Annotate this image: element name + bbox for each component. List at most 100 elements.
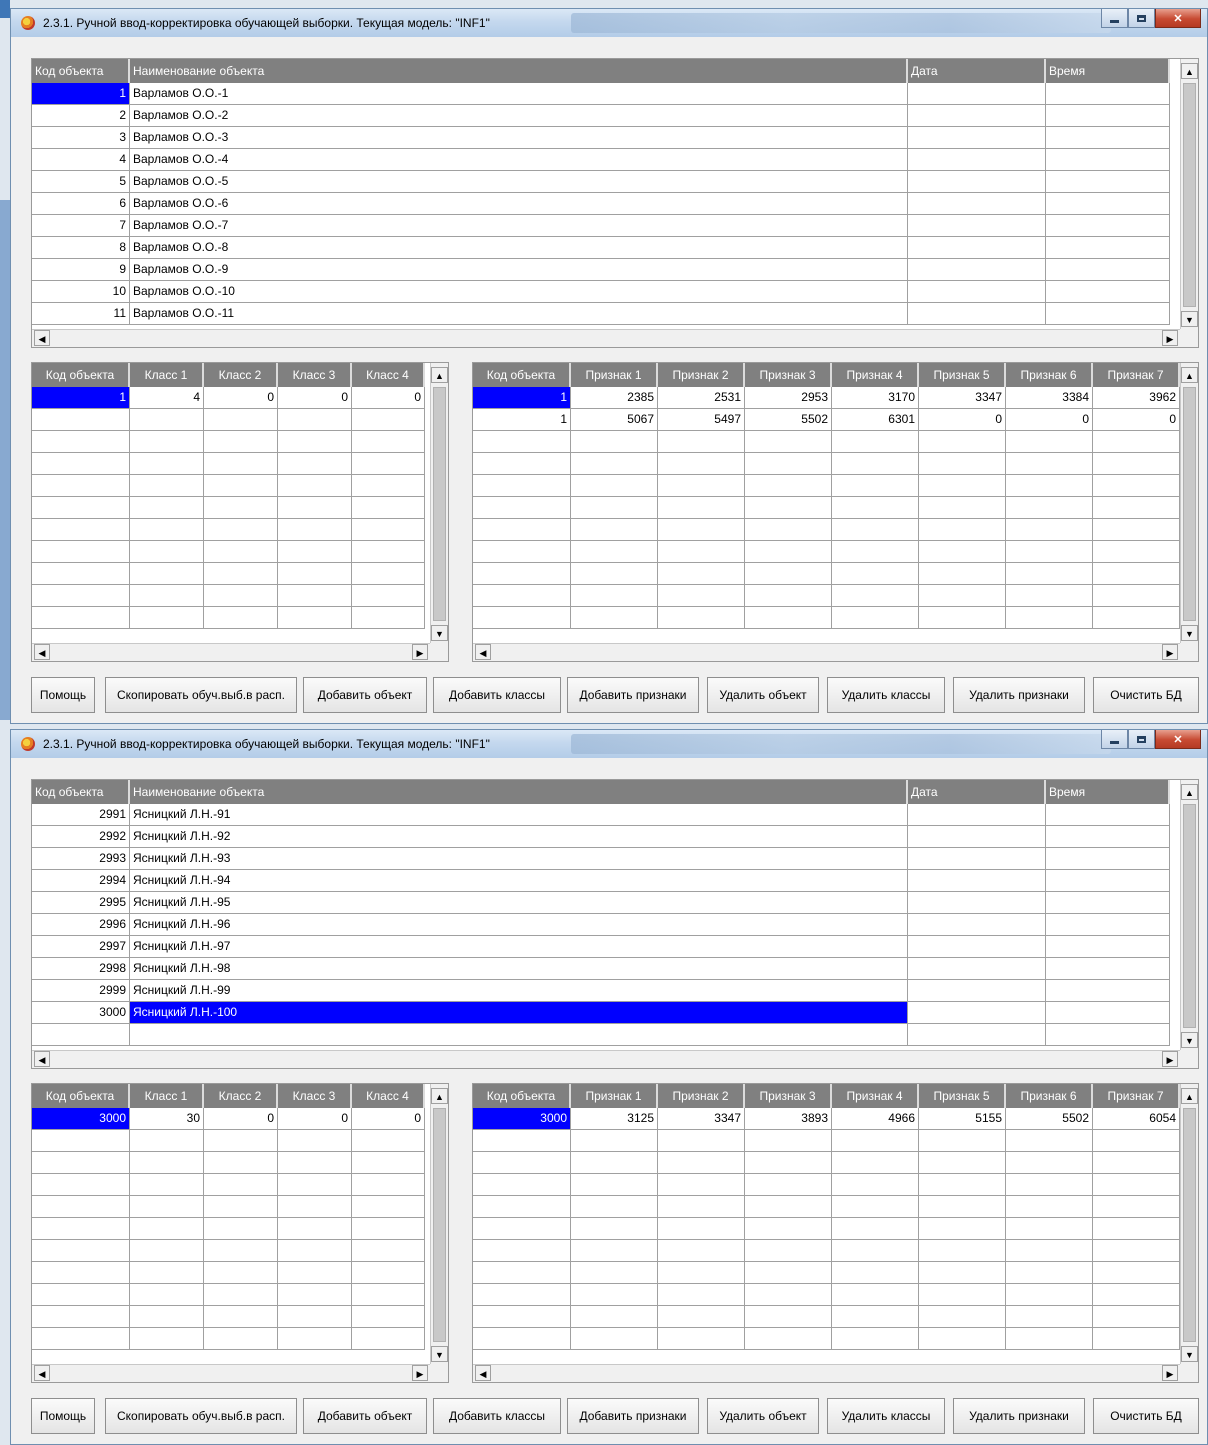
table-cell[interactable] [204,1240,278,1262]
table-cell[interactable] [1006,1262,1093,1284]
scroll-right-icon[interactable]: ▶ [1162,330,1178,346]
table-cell[interactable] [352,409,425,431]
table-cell[interactable] [745,1240,832,1262]
table-cell[interactable]: 3125 [571,1108,658,1130]
table-row[interactable] [32,585,425,607]
table-cell[interactable] [1046,936,1170,958]
table-row[interactable] [32,1306,425,1328]
table-row[interactable] [473,453,1180,475]
column-header-5[interactable]: Признак 4 [832,1084,919,1108]
table-cell[interactable] [1046,237,1170,259]
table-cell[interactable] [919,1196,1006,1218]
table-row[interactable] [32,409,425,431]
table-cell[interactable] [658,1174,745,1196]
table-row[interactable]: 2996 Ясницкий Л.Н.-96 [32,914,1170,936]
table-row[interactable]: 2991 Ясницкий Л.Н.-91 [32,804,1170,826]
table-cell[interactable] [1006,1152,1093,1174]
table-cell[interactable]: 2997 [32,936,130,958]
table-cell[interactable] [204,1218,278,1240]
table-row[interactable] [32,1218,425,1240]
scroll-thumb[interactable] [433,387,446,621]
table-cell[interactable]: Варламов О.О.-7 [130,215,908,237]
features-grid[interactable]: Код объекта Признак 1 Признак 2 Признак 3 Пр… [472,362,1199,662]
scroll-thumb[interactable] [1183,1108,1196,1342]
table-cell[interactable] [658,1152,745,1174]
table-cell[interactable] [204,1196,278,1218]
column-header-4[interactable]: Время [1046,780,1170,804]
table-cell[interactable]: 2994 [32,870,130,892]
table-row[interactable] [473,541,1180,563]
table-cell[interactable] [658,1328,745,1350]
table-cell[interactable]: 2992 [32,826,130,848]
table-cell[interactable] [1006,1130,1093,1152]
table-cell[interactable]: 6301 [832,409,919,431]
table-cell[interactable]: 0 [1006,409,1093,431]
table-cell[interactable] [832,585,919,607]
table-cell[interactable] [204,1262,278,1284]
scroll-left-icon[interactable]: ◀ [34,1051,50,1067]
table-cell[interactable]: Ясницкий Л.Н.-93 [130,848,908,870]
table-cell[interactable] [204,475,278,497]
table-cell[interactable]: Ясницкий Л.Н.-92 [130,826,908,848]
table-cell[interactable] [832,1240,919,1262]
table-row[interactable]: 2992 Ясницкий Л.Н.-92 [32,826,1170,848]
minimize-button[interactable] [1101,730,1128,749]
table-cell[interactable] [571,453,658,475]
table-cell[interactable]: 3384 [1006,387,1093,409]
table-cell[interactable] [745,475,832,497]
table-cell[interactable] [1093,585,1180,607]
table-row[interactable]: 5 Варламов О.О.-5 [32,171,1170,193]
table-cell[interactable]: 1 [473,409,571,431]
scroll-left-icon[interactable]: ◀ [34,330,50,346]
table-cell[interactable] [130,585,204,607]
table-row[interactable] [32,453,425,475]
table-cell[interactable] [1093,475,1180,497]
table-cell[interactable]: Ясницкий Л.Н.-96 [130,914,908,936]
scroll-up-icon[interactable]: ▲ [1181,784,1198,800]
table-cell[interactable] [745,1130,832,1152]
table-cell[interactable] [571,1218,658,1240]
table-cell[interactable] [908,870,1046,892]
table-cell[interactable]: Варламов О.О.-6 [130,193,908,215]
table-cell[interactable] [745,519,832,541]
table-row[interactable] [473,497,1180,519]
table-cell[interactable] [473,453,571,475]
table-cell[interactable] [130,409,204,431]
table-cell[interactable]: 10 [32,281,130,303]
table-cell[interactable] [130,1174,204,1196]
table-cell[interactable] [908,936,1046,958]
maximize-button[interactable] [1128,730,1155,749]
table-cell[interactable] [1006,585,1093,607]
table-cell[interactable]: 2995 [32,892,130,914]
table-cell[interactable]: 2531 [658,387,745,409]
column-header-5[interactable]: Класс 4 [352,1084,425,1108]
table-cell[interactable] [204,497,278,519]
table-cell[interactable] [919,1328,1006,1350]
table-cell[interactable] [32,1196,130,1218]
table-row[interactable]: 1 Варламов О.О.-1 [32,83,1170,105]
table-cell[interactable] [832,475,919,497]
table-cell[interactable] [130,475,204,497]
table-cell[interactable]: 2 [32,105,130,127]
table-cell[interactable] [352,1196,425,1218]
table-cell[interactable] [1046,215,1170,237]
clear-db-button[interactable]: Очистить БД [1093,1398,1199,1434]
table-cell[interactable] [1006,1196,1093,1218]
table-cell[interactable] [832,541,919,563]
scroll-up-icon[interactable]: ▲ [431,367,448,383]
table-cell[interactable] [1006,519,1093,541]
scroll-down-icon[interactable]: ▼ [1181,1032,1198,1048]
table-cell[interactable] [832,1152,919,1174]
table-cell[interactable] [278,541,352,563]
table-cell[interactable] [919,453,1006,475]
table-cell[interactable]: 1 [32,83,130,105]
table-cell[interactable] [745,585,832,607]
copy-to-recognition-button[interactable]: Скопировать обуч.выб.в расп. [105,1398,297,1434]
objects-horizontal-scrollbar[interactable]: ◀ ▶ [32,1050,1182,1068]
table-cell[interactable]: 3347 [658,1108,745,1130]
table-cell[interactable]: 7 [32,215,130,237]
table-cell[interactable] [1093,1218,1180,1240]
scroll-right-icon[interactable]: ▶ [412,1365,428,1381]
table-row[interactable] [473,1240,1180,1262]
table-cell[interactable] [32,1284,130,1306]
